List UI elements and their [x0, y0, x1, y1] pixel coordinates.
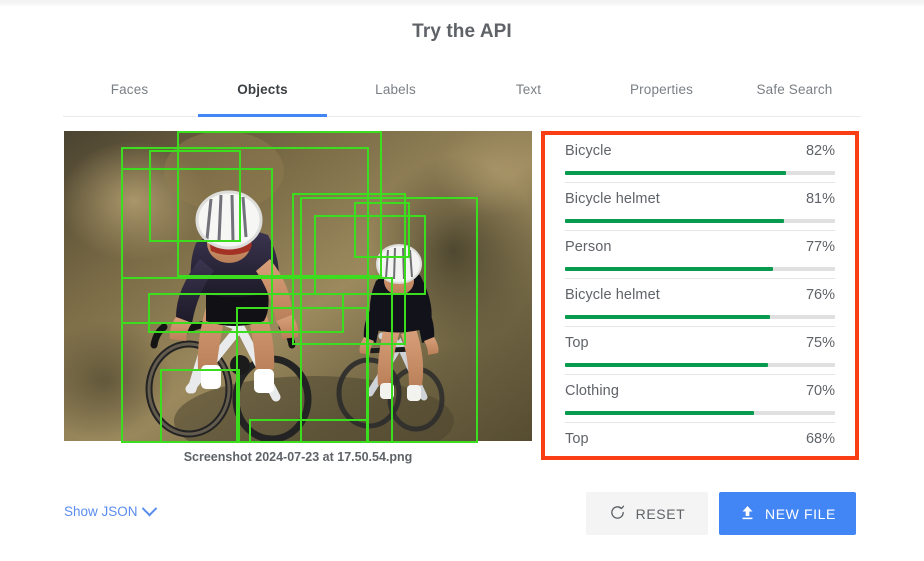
- tab-objects[interactable]: Objects: [196, 75, 329, 117]
- page-title: Try the API: [412, 21, 512, 42]
- tab-faces[interactable]: Faces: [63, 75, 196, 116]
- refresh-icon: [609, 504, 626, 524]
- show-json-toggle[interactable]: Show JSON: [64, 500, 157, 519]
- tab-label: Labels: [375, 82, 416, 97]
- tab-label: Properties: [629, 82, 694, 97]
- api-demo-page: Try the API Faces Objects Labels Text Proper…: [0, 7, 924, 561]
- tab-label: Faces: [110, 82, 149, 97]
- tab-label: Safe Search: [756, 82, 833, 97]
- tab-label: Text: [515, 82, 542, 97]
- tab-text[interactable]: Text: [462, 75, 595, 116]
- results-highlight-outline: [541, 131, 859, 460]
- annotated-image[interactable]: [64, 131, 532, 443]
- photo-graphic: [64, 131, 532, 441]
- window-top-edge: [0, 0, 924, 7]
- feature-tabs: Faces Objects Labels Text Properties Safe Sea…: [63, 75, 861, 117]
- upload-icon: [739, 504, 756, 524]
- tab-labels[interactable]: Labels: [329, 75, 462, 116]
- tab-safe-search[interactable]: Safe Search: [728, 75, 861, 116]
- photo: [64, 131, 532, 441]
- reset-label: RESET: [635, 505, 686, 522]
- chevron-down-icon: [141, 500, 157, 517]
- tab-label: Objects: [237, 82, 288, 97]
- new-file-button[interactable]: NEW FILE: [719, 492, 856, 535]
- tab-properties[interactable]: Properties: [595, 75, 728, 116]
- image-filename: Screenshot 2024-07-23 at 17.50.54.png: [183, 450, 413, 464]
- new-file-label: NEW FILE: [765, 505, 836, 522]
- show-json-label: Show JSON: [64, 504, 138, 519]
- reset-button[interactable]: RESET: [586, 492, 708, 535]
